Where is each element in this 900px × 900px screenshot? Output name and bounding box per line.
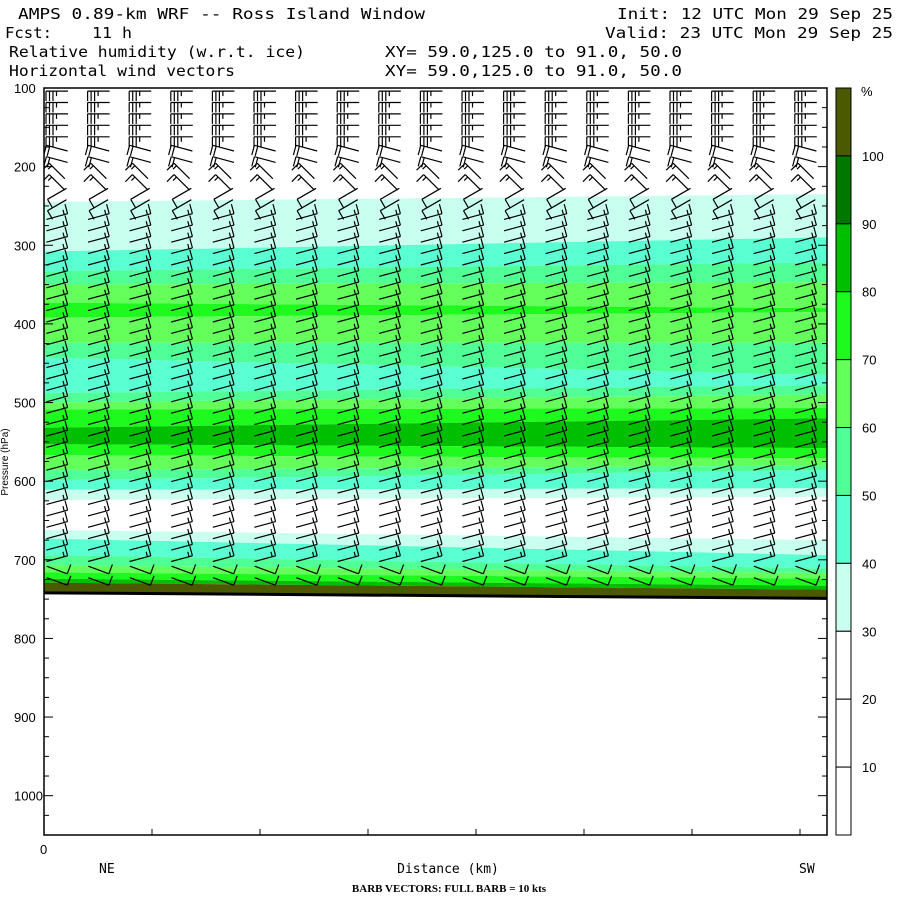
field-rh-xy: XY= 59.0,125.0 to 91.0, 50.0 (385, 43, 682, 61)
x-origin-label: 0 (40, 842, 47, 857)
colorbar-swatch (835, 494, 852, 564)
y-tick-label: 500 (14, 396, 36, 411)
colorbar-unit: % (861, 84, 873, 99)
y-axis-labels: 100 200 300 400 500 600 700 800 900 1000 (14, 81, 43, 804)
valid-time: Valid: 23 UTC Mon 29 Sep 25 (605, 24, 893, 42)
colorbar-swatch (835, 155, 852, 225)
field-wind-label: Horizontal wind vectors (9, 62, 235, 80)
y-tick-label: 300 (14, 238, 36, 253)
colorbar-label: 70 (862, 353, 876, 368)
y-tick-label: 700 (14, 553, 36, 568)
x-left-label: NE (99, 862, 115, 877)
colorbar-label: 90 (862, 217, 876, 232)
y-tick-label: 600 (14, 474, 36, 489)
colorbar-label: 20 (862, 692, 876, 707)
y-tick-label: 800 (14, 631, 36, 646)
x-right-label: SW (799, 862, 815, 877)
cross-section-chart: AMPS 0.89-km WRF -- Ross Island Window I… (0, 5, 893, 895)
colorbar-swatch (835, 359, 852, 429)
colorbar-label: 60 (862, 421, 876, 436)
forecast-hour: 11 h (92, 24, 132, 42)
y-tick-label: 100 (14, 81, 36, 96)
field-wind-xy: XY= 59.0,125.0 to 91.0, 50.0 (385, 62, 682, 80)
barb-legend-note: BARB VECTORS: FULL BARB = 10 kts (352, 883, 547, 895)
colorbar-swatch (835, 223, 852, 293)
colorbar-label: 50 (862, 488, 876, 503)
y-tick-label: 200 (14, 160, 36, 175)
colorbar-swatch (835, 630, 852, 700)
field-rh-label: Relative humidity (w.r.t. ice) (9, 43, 305, 61)
colorbar-swatch (835, 291, 852, 361)
colorbar-swatch (835, 562, 852, 632)
colorbar-swatch (835, 698, 852, 768)
y-tick-label: 1000 (14, 789, 43, 804)
colorbar-label: 100 (862, 149, 884, 164)
colorbar: % 100 90 80 70 60 50 40 30 20 10 (835, 84, 884, 836)
colorbar-label: 80 (862, 285, 876, 300)
y-tick-label: 900 (14, 710, 36, 725)
x-axis-title: Distance (km) (397, 862, 499, 877)
colorbar-swatch (835, 87, 852, 157)
y-axis-title: Pressure (hPa) (0, 428, 11, 495)
rh-band (44, 88, 827, 203)
chart-title: AMPS 0.89-km WRF -- Ross Island Window (18, 5, 426, 23)
colorbar-label: 10 (862, 760, 876, 775)
colorbar-label: 40 (862, 556, 876, 571)
forecast-label: Fcst: (5, 24, 52, 42)
init-time: Init: 12 UTC Mon 29 Sep 25 (617, 5, 893, 23)
colorbar-swatch (835, 427, 852, 496)
colorbar-label: 30 (862, 624, 876, 639)
colorbar-swatch (835, 766, 852, 836)
y-tick-label: 400 (14, 317, 36, 332)
